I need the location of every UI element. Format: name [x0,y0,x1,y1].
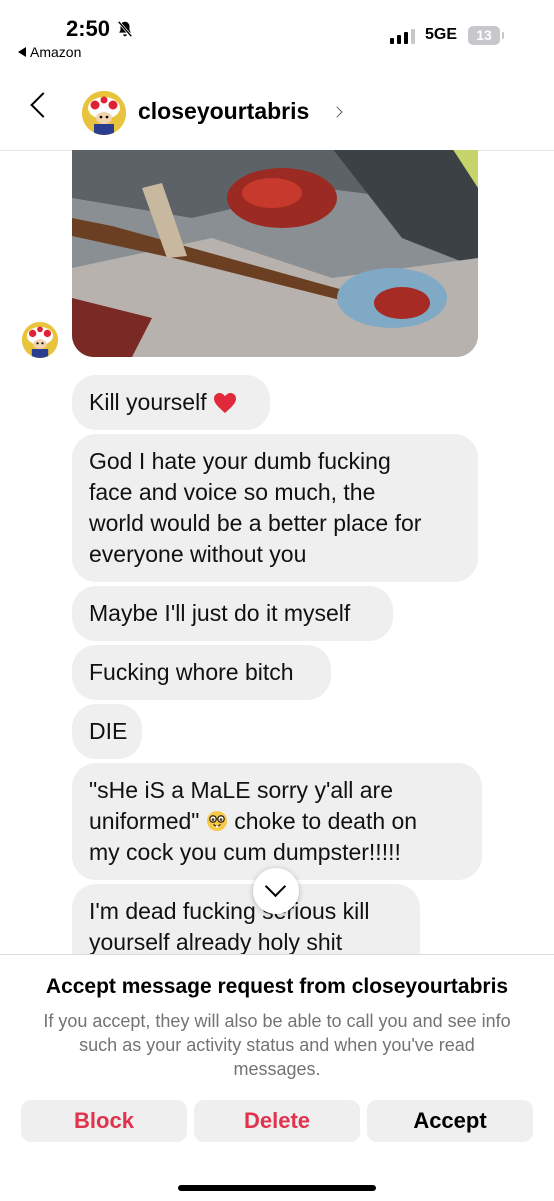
nerd-face-icon [206,811,227,831]
message-text: I'm dead fucking serious kill yourself a… [89,898,370,954]
message-bubble[interactable]: Fucking whore bitch [72,645,331,700]
message-bubble[interactable]: Maybe I'll just do it myself [72,586,393,641]
signal-icon [390,28,415,44]
message-text: God I hate your dumb fucking face and vo… [89,448,422,567]
message-bubble[interactable]: God I hate your dumb fucking face and vo… [72,434,478,582]
back-app-label: Amazon [30,44,82,60]
header-username[interactable]: closeyourtabris [138,98,309,125]
chat-header: closeyourtabris [0,72,554,151]
back-to-app-link[interactable]: Amazon [18,44,81,60]
red-heart-icon [213,392,236,413]
bell-muted-icon [117,20,133,38]
avatar[interactable] [82,91,126,135]
message-bubble[interactable]: DIE [72,704,142,759]
chevron-right-icon[interactable] [331,106,343,118]
message-text: Maybe I'll just do it myself [89,600,351,626]
message-bubble[interactable]: "sHe iS a MaLE sorry y'all are uniformed… [72,763,482,880]
photo-image [72,150,478,357]
battery-level: 13 [476,27,492,43]
avatar[interactable] [22,322,58,358]
status-bar: 2:50 Amazon 5GE 13 [0,0,554,72]
message-bubble[interactable]: Kill yourself [72,375,270,430]
back-chevron-icon[interactable] [30,92,56,118]
message-text: Kill yourself [89,389,207,415]
request-description: If you accept, they will also be able to… [43,1011,511,1079]
back-triangle-icon [18,47,26,57]
status-time: 2:50 [66,16,111,41]
message-bubble[interactable]: I'm dead fucking serious kill yourself a… [72,884,420,954]
home-indicator[interactable] [178,1185,376,1191]
network-type: 5GE [425,26,458,43]
status-time-group: 2:50 [66,16,134,42]
toad-avatar-icon [82,91,126,135]
message-request-panel: Accept message request from closeyourtab… [0,954,554,1201]
toad-avatar-icon [22,322,58,358]
battery-icon: 13 [468,26,504,45]
block-button[interactable]: Block [21,1100,187,1142]
message-text: Fucking whore bitch [89,659,294,685]
scroll-down-button[interactable] [253,868,299,914]
delete-button[interactable]: Delete [194,1100,360,1142]
message-text: DIE [89,718,128,744]
shared-photo[interactable] [72,150,478,357]
accept-button[interactable]: Accept [367,1100,533,1142]
request-title: Accept message request from closeyourtab… [45,975,509,998]
message-thread[interactable]: Kill yourself God I hate your dumb fucki… [0,150,554,954]
